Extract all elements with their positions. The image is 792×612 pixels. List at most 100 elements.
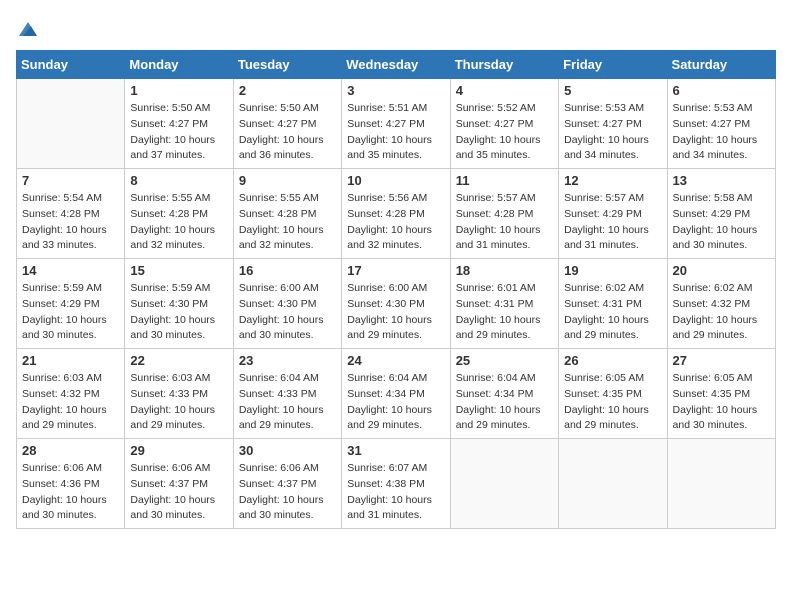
logo-text [16, 16, 39, 40]
calendar-cell: 5 Sunrise: 5:53 AMSunset: 4:27 PMDaylight… [559, 79, 667, 169]
calendar-cell: 31 Sunrise: 6:07 AMSunset: 4:38 PMDayligh… [342, 439, 450, 529]
day-info: Sunrise: 5:55 AMSunset: 4:28 PMDaylight:… [239, 191, 336, 254]
week-row-4: 21 Sunrise: 6:03 AMSunset: 4:32 PMDayligh… [17, 349, 776, 439]
day-header-saturday: Saturday [667, 51, 775, 79]
day-number: 6 [673, 83, 770, 98]
calendar-cell [559, 439, 667, 529]
day-header-wednesday: Wednesday [342, 51, 450, 79]
week-row-5: 28 Sunrise: 6:06 AMSunset: 4:36 PMDayligh… [17, 439, 776, 529]
day-number: 31 [347, 443, 444, 458]
day-info: Sunrise: 5:58 AMSunset: 4:29 PMDaylight:… [673, 191, 770, 254]
day-number: 4 [456, 83, 553, 98]
day-number: 8 [130, 173, 227, 188]
day-info: Sunrise: 5:54 AMSunset: 4:28 PMDaylight:… [22, 191, 119, 254]
day-info: Sunrise: 6:02 AMSunset: 4:32 PMDaylight:… [673, 281, 770, 344]
day-info: Sunrise: 5:53 AMSunset: 4:27 PMDaylight:… [564, 101, 661, 164]
calendar-cell: 28 Sunrise: 6:06 AMSunset: 4:36 PMDayligh… [17, 439, 125, 529]
calendar-cell: 10 Sunrise: 5:56 AMSunset: 4:28 PMDayligh… [342, 169, 450, 259]
calendar-cell: 11Sunrise: 5:57 AMSunset: 4:28 PMDayligh… [450, 169, 558, 259]
day-info: Sunrise: 5:59 AMSunset: 4:29 PMDaylight:… [22, 281, 119, 344]
calendar-cell: 4 Sunrise: 5:52 AMSunset: 4:27 PMDaylight… [450, 79, 558, 169]
calendar-cell: 22 Sunrise: 6:03 AMSunset: 4:33 PMDayligh… [125, 349, 233, 439]
day-info: Sunrise: 5:53 AMSunset: 4:27 PMDaylight:… [673, 101, 770, 164]
day-number: 10 [347, 173, 444, 188]
day-info: Sunrise: 6:05 AMSunset: 4:35 PMDaylight:… [564, 371, 661, 434]
week-row-2: 7 Sunrise: 5:54 AMSunset: 4:28 PMDaylight… [17, 169, 776, 259]
calendar-cell: 19Sunrise: 6:02 AMSunset: 4:31 PMDayligh… [559, 259, 667, 349]
day-number: 30 [239, 443, 336, 458]
day-info: Sunrise: 6:04 AMSunset: 4:34 PMDaylight:… [456, 371, 553, 434]
calendar-cell: 14 Sunrise: 5:59 AMSunset: 4:29 PMDayligh… [17, 259, 125, 349]
calendar-cell: 16 Sunrise: 6:00 AMSunset: 4:30 PMDayligh… [233, 259, 341, 349]
day-number: 15 [130, 263, 227, 278]
day-number: 1 [130, 83, 227, 98]
calendar-cell [17, 79, 125, 169]
calendar-cell: 24Sunrise: 6:04 AMSunset: 4:34 PMDayligh… [342, 349, 450, 439]
calendar-cell: 1 Sunrise: 5:50 AMSunset: 4:27 PMDaylight… [125, 79, 233, 169]
day-number: 28 [22, 443, 119, 458]
day-number: 13 [673, 173, 770, 188]
day-info: Sunrise: 5:51 AMSunset: 4:27 PMDaylight:… [347, 101, 444, 164]
calendar-cell: 12Sunrise: 5:57 AMSunset: 4:29 PMDayligh… [559, 169, 667, 259]
day-header-thursday: Thursday [450, 51, 558, 79]
day-info: Sunrise: 6:06 AMSunset: 4:36 PMDaylight:… [22, 461, 119, 524]
day-header-sunday: Sunday [17, 51, 125, 79]
day-info: Sunrise: 5:50 AMSunset: 4:27 PMDaylight:… [130, 101, 227, 164]
day-number: 25 [456, 353, 553, 368]
day-info: Sunrise: 5:50 AMSunset: 4:27 PMDaylight:… [239, 101, 336, 164]
day-number: 3 [347, 83, 444, 98]
week-row-3: 14 Sunrise: 5:59 AMSunset: 4:29 PMDayligh… [17, 259, 776, 349]
calendar-cell: 3 Sunrise: 5:51 AMSunset: 4:27 PMDaylight… [342, 79, 450, 169]
day-header-friday: Friday [559, 51, 667, 79]
day-number: 17 [347, 263, 444, 278]
calendar-cell: 8 Sunrise: 5:55 AMSunset: 4:28 PMDaylight… [125, 169, 233, 259]
week-row-1: 1 Sunrise: 5:50 AMSunset: 4:27 PMDaylight… [17, 79, 776, 169]
day-number: 20 [673, 263, 770, 278]
calendar-cell: 26 Sunrise: 6:05 AMSunset: 4:35 PMDayligh… [559, 349, 667, 439]
calendar-cell [667, 439, 775, 529]
calendar-cell: 27Sunrise: 6:05 AMSunset: 4:35 PMDayligh… [667, 349, 775, 439]
day-number: 7 [22, 173, 119, 188]
calendar-cell: 15 Sunrise: 5:59 AMSunset: 4:30 PMDayligh… [125, 259, 233, 349]
day-number: 5 [564, 83, 661, 98]
logo [16, 16, 39, 40]
day-info: Sunrise: 6:07 AMSunset: 4:38 PMDaylight:… [347, 461, 444, 524]
day-number: 16 [239, 263, 336, 278]
day-info: Sunrise: 6:03 AMSunset: 4:33 PMDaylight:… [130, 371, 227, 434]
day-info: Sunrise: 5:57 AMSunset: 4:29 PMDaylight:… [564, 191, 661, 254]
day-info: Sunrise: 5:52 AMSunset: 4:27 PMDaylight:… [456, 101, 553, 164]
day-info: Sunrise: 6:00 AMSunset: 4:30 PMDaylight:… [347, 281, 444, 344]
day-info: Sunrise: 6:04 AMSunset: 4:33 PMDaylight:… [239, 371, 336, 434]
day-number: 14 [22, 263, 119, 278]
day-info: Sunrise: 5:56 AMSunset: 4:28 PMDaylight:… [347, 191, 444, 254]
day-info: Sunrise: 6:06 AMSunset: 4:37 PMDaylight:… [239, 461, 336, 524]
page-header [16, 16, 776, 40]
day-info: Sunrise: 5:55 AMSunset: 4:28 PMDaylight:… [130, 191, 227, 254]
day-info: Sunrise: 5:59 AMSunset: 4:30 PMDaylight:… [130, 281, 227, 344]
calendar-cell: 2 Sunrise: 5:50 AMSunset: 4:27 PMDaylight… [233, 79, 341, 169]
day-header-tuesday: Tuesday [233, 51, 341, 79]
day-number: 29 [130, 443, 227, 458]
day-info: Sunrise: 6:06 AMSunset: 4:37 PMDaylight:… [130, 461, 227, 524]
day-number: 26 [564, 353, 661, 368]
day-info: Sunrise: 6:00 AMSunset: 4:30 PMDaylight:… [239, 281, 336, 344]
day-number: 22 [130, 353, 227, 368]
day-number: 27 [673, 353, 770, 368]
calendar-cell: 30 Sunrise: 6:06 AMSunset: 4:37 PMDayligh… [233, 439, 341, 529]
day-number: 11 [456, 173, 553, 188]
calendar-cell: 7 Sunrise: 5:54 AMSunset: 4:28 PMDaylight… [17, 169, 125, 259]
calendar-cell: 6 Sunrise: 5:53 AMSunset: 4:27 PMDaylight… [667, 79, 775, 169]
day-info: Sunrise: 6:03 AMSunset: 4:32 PMDaylight:… [22, 371, 119, 434]
calendar-cell: 13 Sunrise: 5:58 AMSunset: 4:29 PMDayligh… [667, 169, 775, 259]
calendar-cell: 23Sunrise: 6:04 AMSunset: 4:33 PMDayligh… [233, 349, 341, 439]
day-number: 9 [239, 173, 336, 188]
calendar-cell [450, 439, 558, 529]
day-number: 2 [239, 83, 336, 98]
calendar-cell: 20 Sunrise: 6:02 AMSunset: 4:32 PMDayligh… [667, 259, 775, 349]
calendar-cell: 18Sunrise: 6:01 AMSunset: 4:31 PMDayligh… [450, 259, 558, 349]
day-info: Sunrise: 6:04 AMSunset: 4:34 PMDaylight:… [347, 371, 444, 434]
calendar-cell: 29 Sunrise: 6:06 AMSunset: 4:37 PMDayligh… [125, 439, 233, 529]
calendar-cell: 9 Sunrise: 5:55 AMSunset: 4:28 PMDaylight… [233, 169, 341, 259]
day-number: 21 [22, 353, 119, 368]
day-number: 19 [564, 263, 661, 278]
